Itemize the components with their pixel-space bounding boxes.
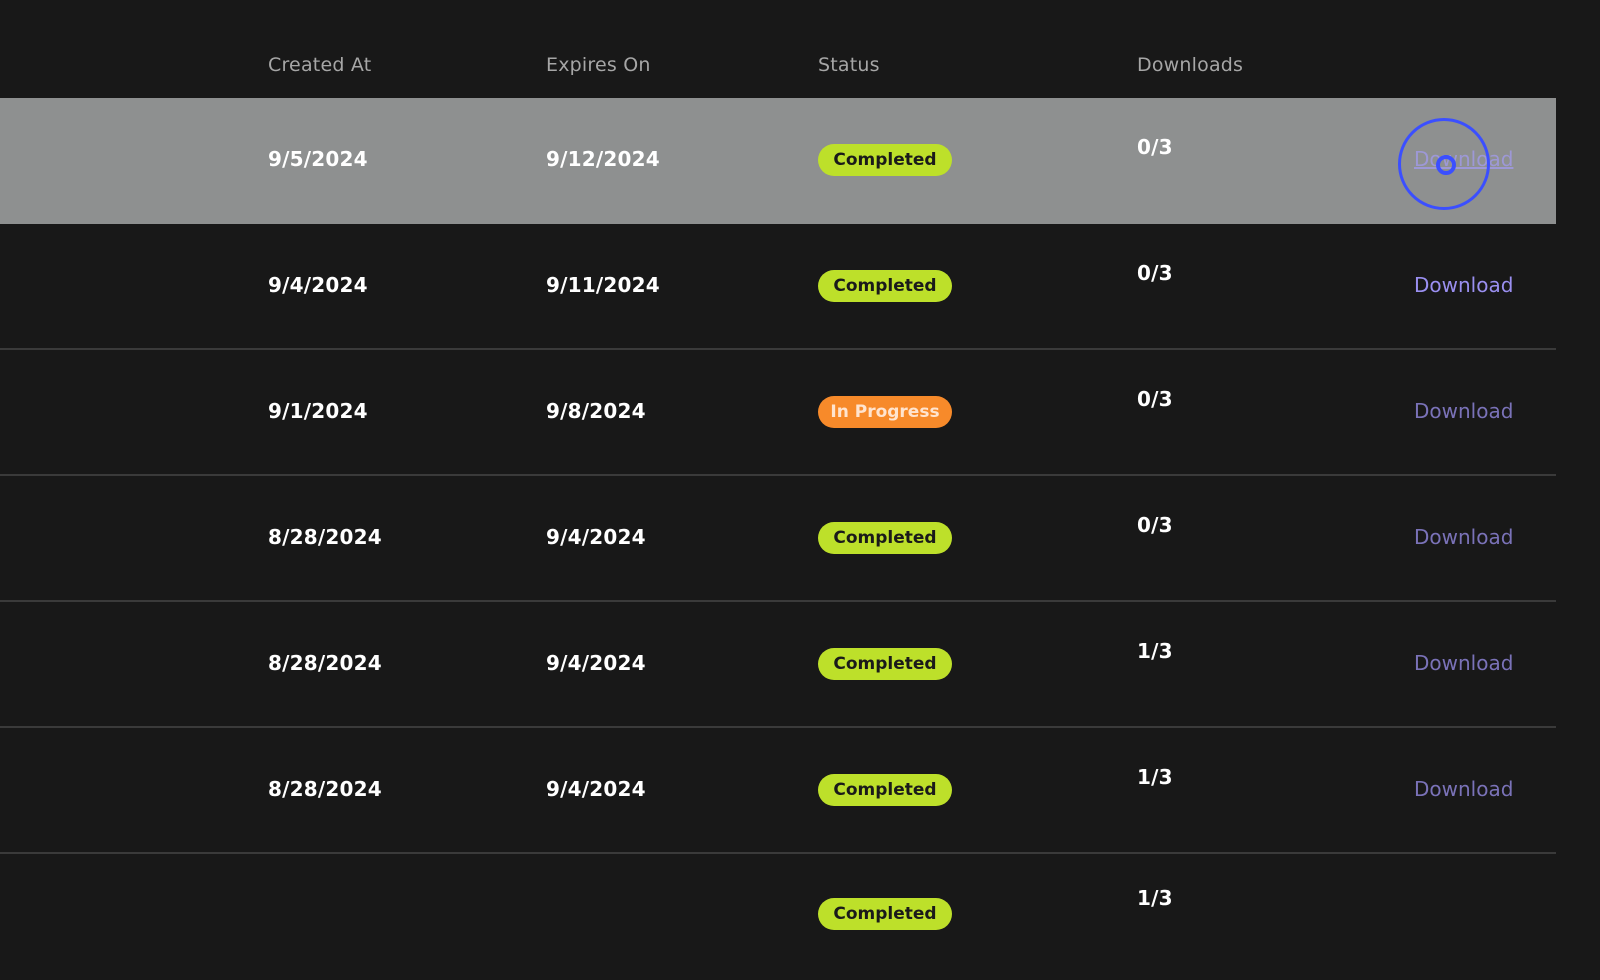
table-row[interactable]: 9/4/2024 9/11/2024 Completed 0/3 Downloa… [0, 224, 1556, 350]
table-row[interactable]: 8/28/2024 9/4/2024 Completed 0/3 Downloa… [0, 476, 1556, 602]
status-badge: Completed [818, 648, 952, 680]
downloads-count: 0/3 [1137, 135, 1173, 159]
status-badge: Completed [818, 774, 952, 806]
column-header-created-at[interactable]: Created At [268, 54, 371, 76]
expires-on-cell: 9/12/2024 [546, 147, 660, 171]
expires-on-cell: 9/11/2024 [546, 273, 660, 297]
download-link[interactable]: Download [1414, 399, 1513, 423]
exports-table: Created At Expires On Status Downloads 9… [0, 0, 1556, 930]
status-badge: In Progress [818, 396, 952, 428]
column-header-expires-on[interactable]: Expires On [546, 54, 651, 76]
table-row[interactable]: 8/28/2024 9/4/2024 Completed 1/3 Downloa… [0, 728, 1556, 854]
column-header-status[interactable]: Status [818, 54, 880, 76]
created-at-cell: 9/5/2024 [268, 147, 368, 171]
downloads-count: 1/3 [1137, 639, 1173, 663]
downloads-count: 0/3 [1137, 387, 1173, 411]
table-row[interactable]: 9/1/2024 9/8/2024 In Progress 0/3 Downlo… [0, 350, 1556, 476]
downloads-count: 1/3 [1137, 765, 1173, 789]
status-badge: Completed [818, 898, 952, 930]
created-at-cell: 9/1/2024 [268, 399, 368, 423]
table-row[interactable]: 8/28/2024 9/4/2024 Completed 1/3 Downloa… [0, 602, 1556, 728]
status-badge: Completed [818, 270, 952, 302]
downloads-count: 0/3 [1137, 513, 1173, 537]
created-at-cell: 9/4/2024 [268, 273, 368, 297]
created-at-cell: 8/28/2024 [268, 651, 382, 675]
expires-on-cell: 9/4/2024 [546, 777, 646, 801]
status-badge: Completed [818, 144, 952, 176]
expires-on-cell: 9/4/2024 [546, 525, 646, 549]
download-link[interactable]: Download [1414, 525, 1513, 549]
expires-on-cell: 9/4/2024 [546, 651, 646, 675]
download-link[interactable]: Download [1414, 651, 1513, 675]
created-at-cell: 8/28/2024 [268, 777, 382, 801]
created-at-cell: 8/28/2024 [268, 525, 382, 549]
download-link[interactable]: Download [1414, 777, 1513, 801]
expires-on-cell: 9/8/2024 [546, 399, 646, 423]
table-row[interactable]: 9/5/2024 9/12/2024 Completed 0/3 Downloa… [0, 98, 1556, 224]
status-badge: Completed [818, 522, 952, 554]
download-link[interactable]: Download [1414, 147, 1513, 171]
column-header-downloads[interactable]: Downloads [1137, 54, 1243, 76]
table-row[interactable]: Completed 1/3 [0, 854, 1556, 980]
download-link[interactable]: Download [1414, 273, 1513, 297]
table-header: Created At Expires On Status Downloads [0, 0, 1556, 98]
downloads-count: 0/3 [1137, 261, 1173, 285]
downloads-count: 1/3 [1137, 886, 1173, 910]
